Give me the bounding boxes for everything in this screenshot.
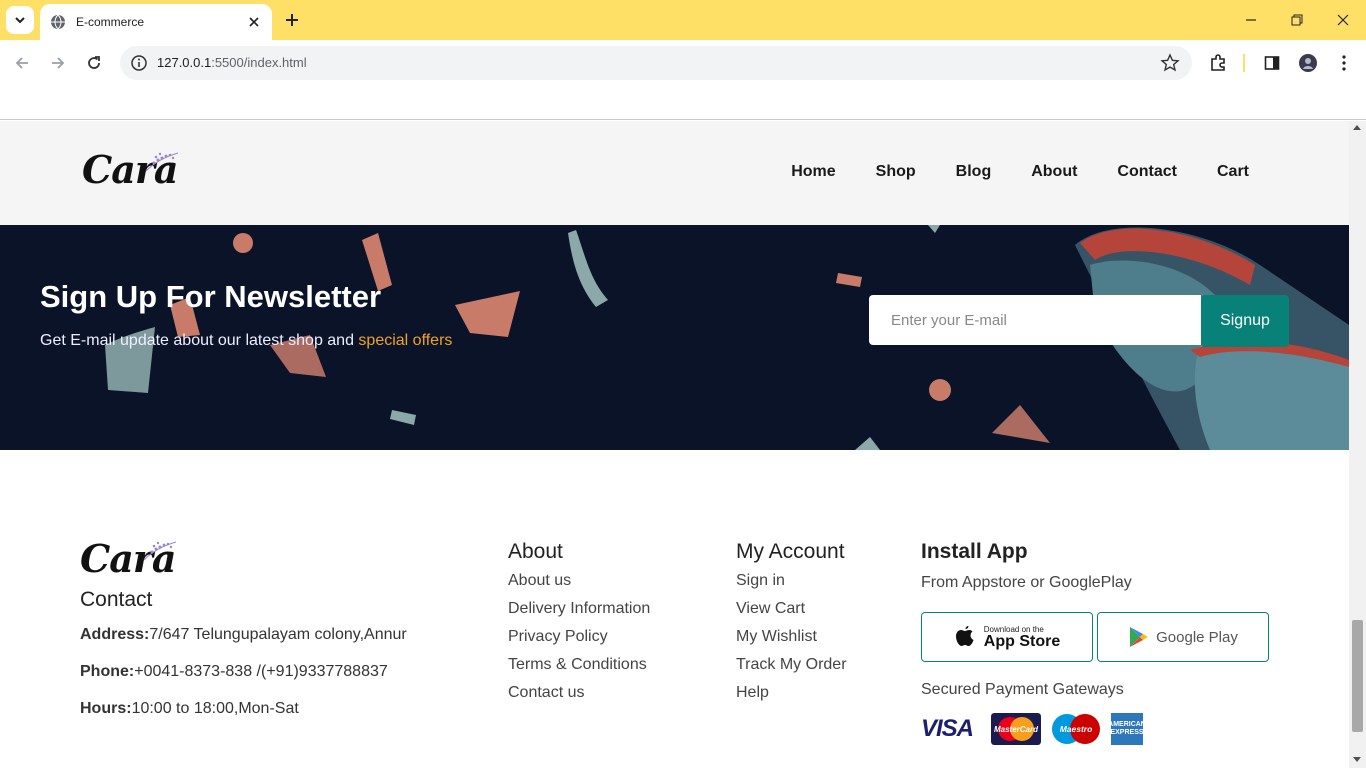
tab-close-icon[interactable] [246, 14, 262, 30]
newsletter-subtitle: Get E-mail update about our latest shop … [40, 332, 453, 349]
mastercard-text: MasterCard [994, 725, 1039, 734]
install-app-subtitle: From Appstore or GooglePlay [921, 574, 1132, 591]
browser-tab[interactable]: E-commerce [40, 4, 272, 40]
url-text[interactable]: 127.0.0.1:5500/index.html [157, 55, 307, 70]
new-tab-icon[interactable] [282, 10, 302, 30]
scroll-up-arrow[interactable] [1353, 125, 1361, 130]
page-viewport: Cara Home Shop Blog About Contact Cart S… [0, 121, 1349, 768]
close-window-icon[interactable] [1333, 10, 1353, 30]
mastercard-logo: MasterCard [991, 713, 1041, 745]
appstore-big-text: App Store [983, 632, 1061, 650]
link-sign-in[interactable]: Sign in [736, 572, 847, 590]
minimize-icon[interactable] [1241, 10, 1261, 30]
google-play-text: Google Play [1156, 628, 1238, 646]
tab-title: E-commerce [76, 15, 145, 29]
special-offers-highlight: special offers [358, 332, 453, 349]
newsletter-title: Sign Up For Newsletter [40, 279, 382, 314]
payment-logos: VISA MasterCard Maestro AMERICAN EXPRESS [921, 713, 1281, 745]
lavender-icon [143, 541, 177, 561]
browser-toolbar: 127.0.0.1:5500/index.html [0, 40, 1366, 86]
profile-avatar[interactable] [1297, 52, 1319, 74]
footer-contact-column: Cara Contact Address:7/647 Telungupalaya… [80, 536, 500, 737]
lavender-icon [145, 152, 179, 172]
footer-account-column: My Account Sign in View Cart My Wishlist… [736, 540, 847, 712]
nav-about[interactable]: About [1031, 163, 1077, 180]
browser-tabstrip: E-commerce [0, 0, 1366, 40]
link-privacy-policy[interactable]: Privacy Policy [508, 628, 650, 646]
link-contact-us[interactable]: Contact us [508, 684, 650, 702]
scroll-down-arrow[interactable] [1353, 757, 1361, 762]
phone-line: Phone:+0041-8373-838 /(+91)9337788837 [80, 663, 388, 680]
nav-blog[interactable]: Blog [956, 163, 992, 180]
nav-shop[interactable]: Shop [876, 163, 916, 180]
link-help[interactable]: Help [736, 684, 847, 702]
site-header: Cara Home Shop Blog About Contact Cart [0, 121, 1349, 225]
app-store-button[interactable]: Download on the App Store [921, 612, 1093, 662]
google-play-button[interactable]: Google Play [1097, 612, 1269, 662]
forward-arrow-icon[interactable] [46, 51, 70, 75]
main-nav: Home Shop Blog About Contact Cart [791, 163, 1249, 181]
restore-icon[interactable] [1287, 10, 1307, 30]
signup-button[interactable]: Signup [1201, 295, 1289, 347]
email-input[interactable] [869, 295, 1201, 345]
reload-icon[interactable] [82, 51, 106, 75]
footer-about-column: About About us Delivery Information Priv… [508, 540, 650, 712]
newsletter-form: Signup [869, 295, 1289, 347]
devtools-gap [0, 86, 1366, 120]
site-info-icon[interactable] [130, 54, 148, 72]
footer-logo[interactable]: Cara [80, 536, 500, 586]
link-delivery-information[interactable]: Delivery Information [508, 600, 650, 618]
maestro-logo: Maestro [1052, 714, 1100, 744]
maestro-text: Maestro [1060, 724, 1093, 734]
account-heading: My Account [736, 540, 845, 563]
store-buttons: Download on the App Store Google Play [921, 612, 1281, 662]
vertical-scrollbar[interactable] [1349, 121, 1366, 768]
footer-install-column: Install App From Appstore or GooglePlay … [921, 540, 1281, 745]
apple-icon [955, 626, 974, 646]
globe-icon [51, 14, 65, 30]
side-panel-icon[interactable] [1261, 52, 1283, 74]
menu-dots-icon[interactable] [1333, 52, 1355, 74]
visa-logo: VISA [921, 715, 974, 742]
address-bar[interactable]: 127.0.0.1:5500/index.html [120, 46, 1192, 80]
tab-search-button[interactable] [6, 6, 34, 34]
header-logo[interactable]: Cara [82, 147, 179, 192]
scroll-thumb[interactable] [1352, 620, 1363, 732]
install-app-heading: Install App [921, 540, 1028, 563]
link-about-us[interactable]: About us [508, 572, 650, 590]
address-line: Address:7/647 Telungupalayam colony,Annu… [80, 626, 407, 643]
link-view-cart[interactable]: View Cart [736, 600, 847, 618]
payment-label: Secured Payment Gateways [921, 681, 1124, 698]
chevron-down-icon [15, 17, 25, 24]
nav-home[interactable]: Home [791, 163, 835, 180]
bookmark-star-icon[interactable] [1160, 53, 1180, 73]
nav-contact[interactable]: Contact [1117, 163, 1177, 180]
about-heading: About [508, 540, 563, 563]
back-arrow-icon[interactable] [10, 51, 34, 75]
nav-cart[interactable]: Cart [1217, 163, 1249, 180]
toolbar-divider [1243, 54, 1245, 72]
site-footer: Cara Contact Address:7/647 Telungupalaya… [0, 450, 1349, 768]
contact-heading: Contact [80, 588, 153, 611]
link-terms-conditions[interactable]: Terms & Conditions [508, 656, 650, 674]
amex-logo: AMERICAN EXPRESS [1108, 713, 1146, 745]
newsletter-section: Sign Up For Newsletter Get E-mail update… [0, 225, 1349, 450]
hours-line: Hours:10:00 to 18:00,Mon-Sat [80, 700, 299, 717]
extensions-icon[interactable] [1207, 52, 1229, 74]
link-track-order[interactable]: Track My Order [736, 656, 847, 674]
link-my-wishlist[interactable]: My Wishlist [736, 628, 847, 646]
google-play-icon [1130, 627, 1148, 647]
